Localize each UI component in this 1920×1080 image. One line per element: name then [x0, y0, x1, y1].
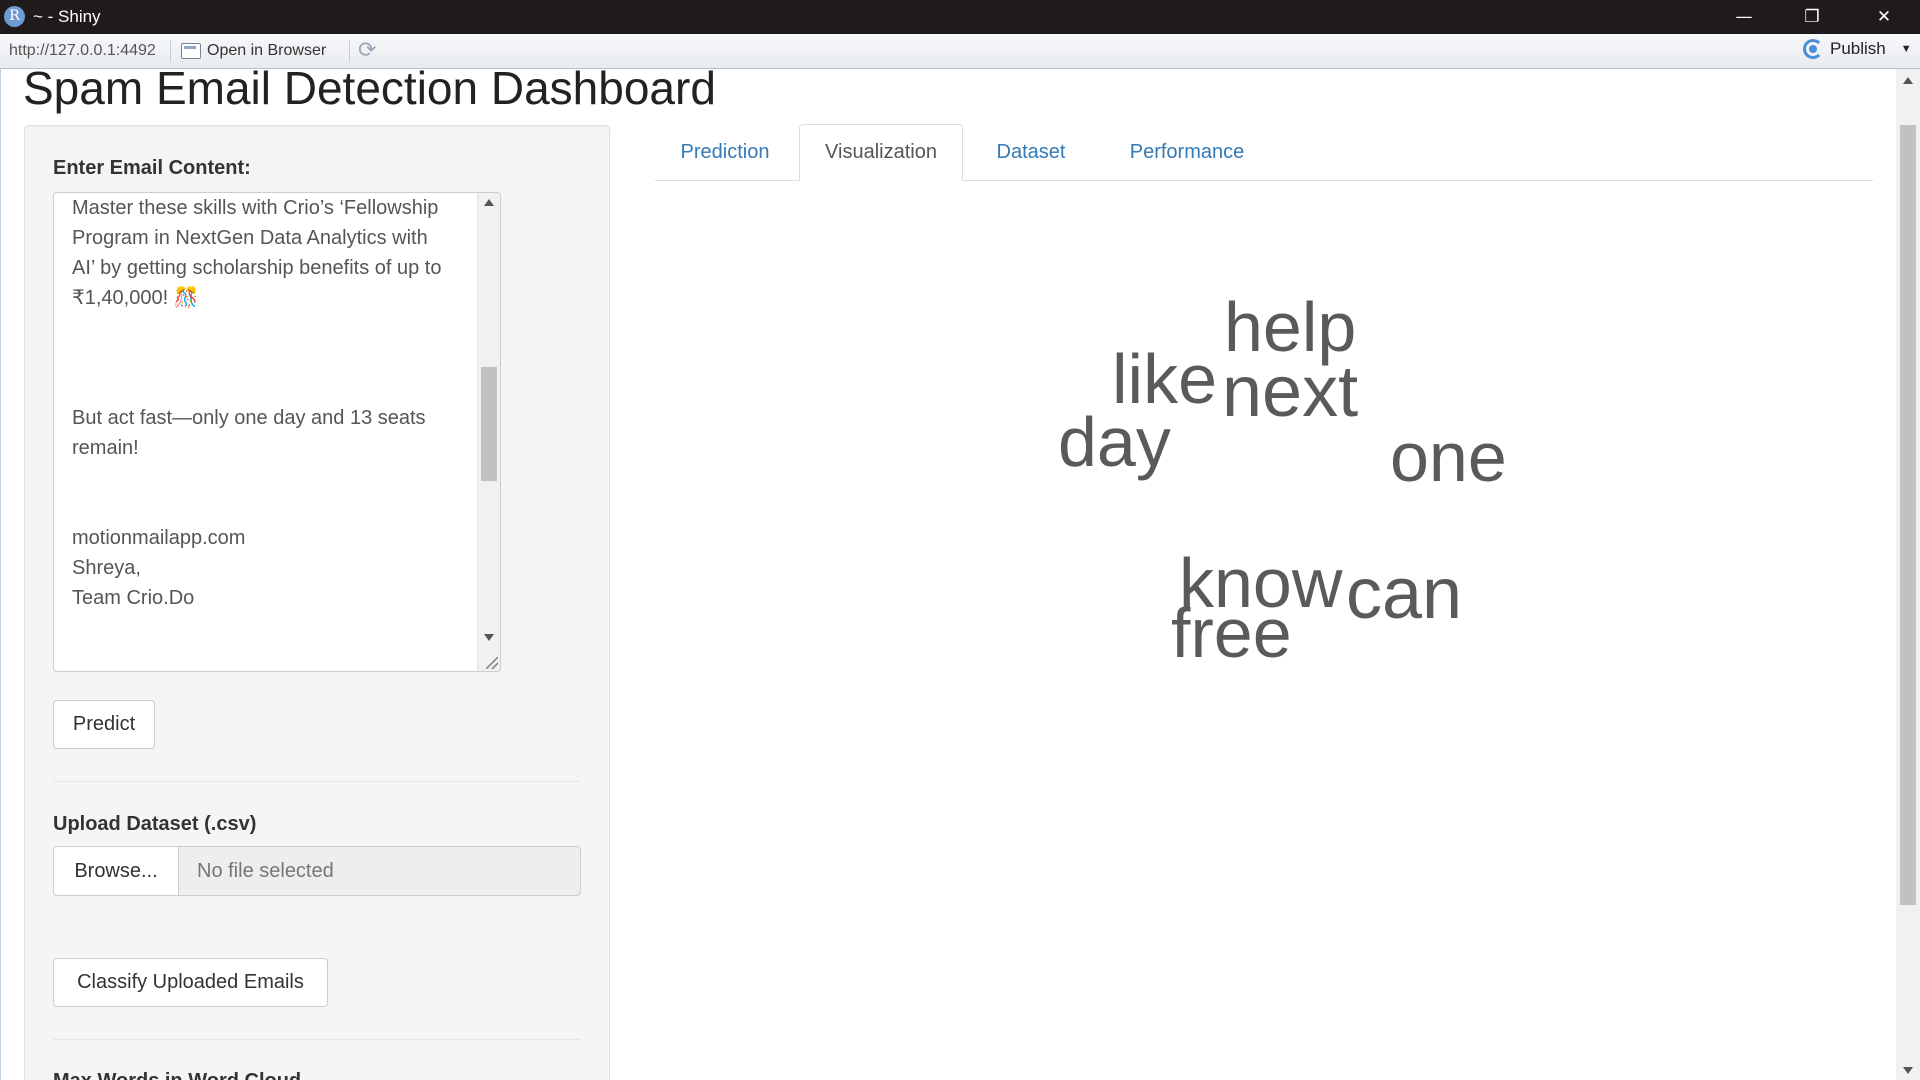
word-cloud-word: can: [1346, 554, 1463, 634]
word-cloud-word: day: [1058, 403, 1171, 481]
email-content-label: Enter Email Content:: [53, 157, 251, 179]
restore-icon: ❐: [1804, 7, 1820, 27]
word-cloud-word: free: [1171, 594, 1292, 672]
word-cloud-word: one: [1390, 418, 1507, 496]
word-cloud: help like next day one know can free: [655, 209, 1873, 809]
scroll-up-icon[interactable]: [484, 199, 494, 206]
predict-button[interactable]: Predict: [53, 700, 155, 749]
textarea-scrollbar[interactable]: [477, 193, 500, 671]
window-title: ~ - Shiny: [33, 7, 101, 26]
main-tabs: Prediction Visualization Dataset Perform…: [655, 124, 1873, 181]
tab-dataset[interactable]: Dataset: [967, 124, 1095, 180]
rstudio-app-icon: R: [4, 6, 25, 27]
email-paragraph: Team Crio.Do: [72, 587, 195, 609]
shiny-app-page: Spam Email Detection Dashboard Enter Ema…: [0, 69, 1897, 1080]
file-upload-input[interactable]: Browse... No file selected: [53, 846, 581, 896]
divider: [53, 1039, 580, 1040]
chevron-down-icon[interactable]: ▼: [1901, 43, 1912, 55]
email-paragraph: But act fast—only one day and 13 seats r…: [72, 407, 426, 459]
tab-performance[interactable]: Performance: [1099, 124, 1275, 180]
scrollbar-thumb[interactable]: [481, 367, 497, 481]
publish-icon: [1803, 39, 1823, 59]
upload-dataset-label: Upload Dataset (.csv): [53, 813, 257, 835]
email-paragraph: motionmailapp.com: [72, 527, 246, 549]
email-content-textarea[interactable]: Master these skills with Crio’s ‘Fellows…: [53, 192, 501, 672]
page-scrollbar[interactable]: [1896, 69, 1920, 1080]
scroll-down-icon[interactable]: [484, 634, 494, 641]
maximize-button[interactable]: ❐: [1784, 0, 1840, 34]
minimize-icon: —: [1735, 7, 1753, 27]
close-button[interactable]: ✕: [1856, 0, 1912, 34]
window-title-bar: R ~ - Shiny — ❐ ✕: [0, 0, 1920, 34]
scroll-up-icon[interactable]: [1903, 77, 1913, 84]
publish-button[interactable]: Publish ▼: [1803, 39, 1912, 59]
browser-window-icon: [181, 43, 201, 59]
classify-uploaded-emails-button[interactable]: Classify Uploaded Emails: [53, 958, 328, 1007]
open-in-browser-label: Open in Browser: [207, 42, 327, 59]
page-title: Spam Email Detection Dashboard: [23, 69, 716, 114]
tab-visualization[interactable]: Visualization: [799, 124, 963, 181]
toolbar-divider: [170, 40, 171, 62]
viewer-toolbar: http://127.0.0.1:4492 Open in Browser ⟳ …: [0, 34, 1920, 69]
max-words-label: Max Words in Word Cloud: [53, 1070, 301, 1080]
browse-button[interactable]: Browse...: [53, 846, 179, 896]
email-paragraph: Shreya,: [72, 557, 141, 579]
tab-prediction[interactable]: Prediction: [655, 124, 795, 180]
resize-handle-icon[interactable]: [486, 657, 498, 669]
scroll-down-icon[interactable]: [1903, 1067, 1913, 1074]
scrollbar-thumb[interactable]: [1900, 125, 1916, 905]
close-icon: ✕: [1876, 7, 1892, 27]
publish-label: Publish: [1830, 39, 1886, 58]
url-display: http://127.0.0.1:4492: [9, 42, 156, 59]
file-name-field[interactable]: No file selected: [178, 846, 581, 896]
sidebar-panel: Enter Email Content: Master these skills…: [24, 125, 610, 1080]
email-paragraph: Master these skills with Crio’s ‘Fellows…: [72, 197, 442, 309]
word-cloud-word: next: [1222, 352, 1359, 432]
minimize-button[interactable]: —: [1716, 0, 1772, 34]
open-in-browser-button[interactable]: Open in Browser: [181, 40, 326, 62]
divider: [53, 781, 580, 782]
refresh-icon[interactable]: ⟳: [358, 38, 376, 63]
toolbar-divider: [349, 40, 350, 62]
